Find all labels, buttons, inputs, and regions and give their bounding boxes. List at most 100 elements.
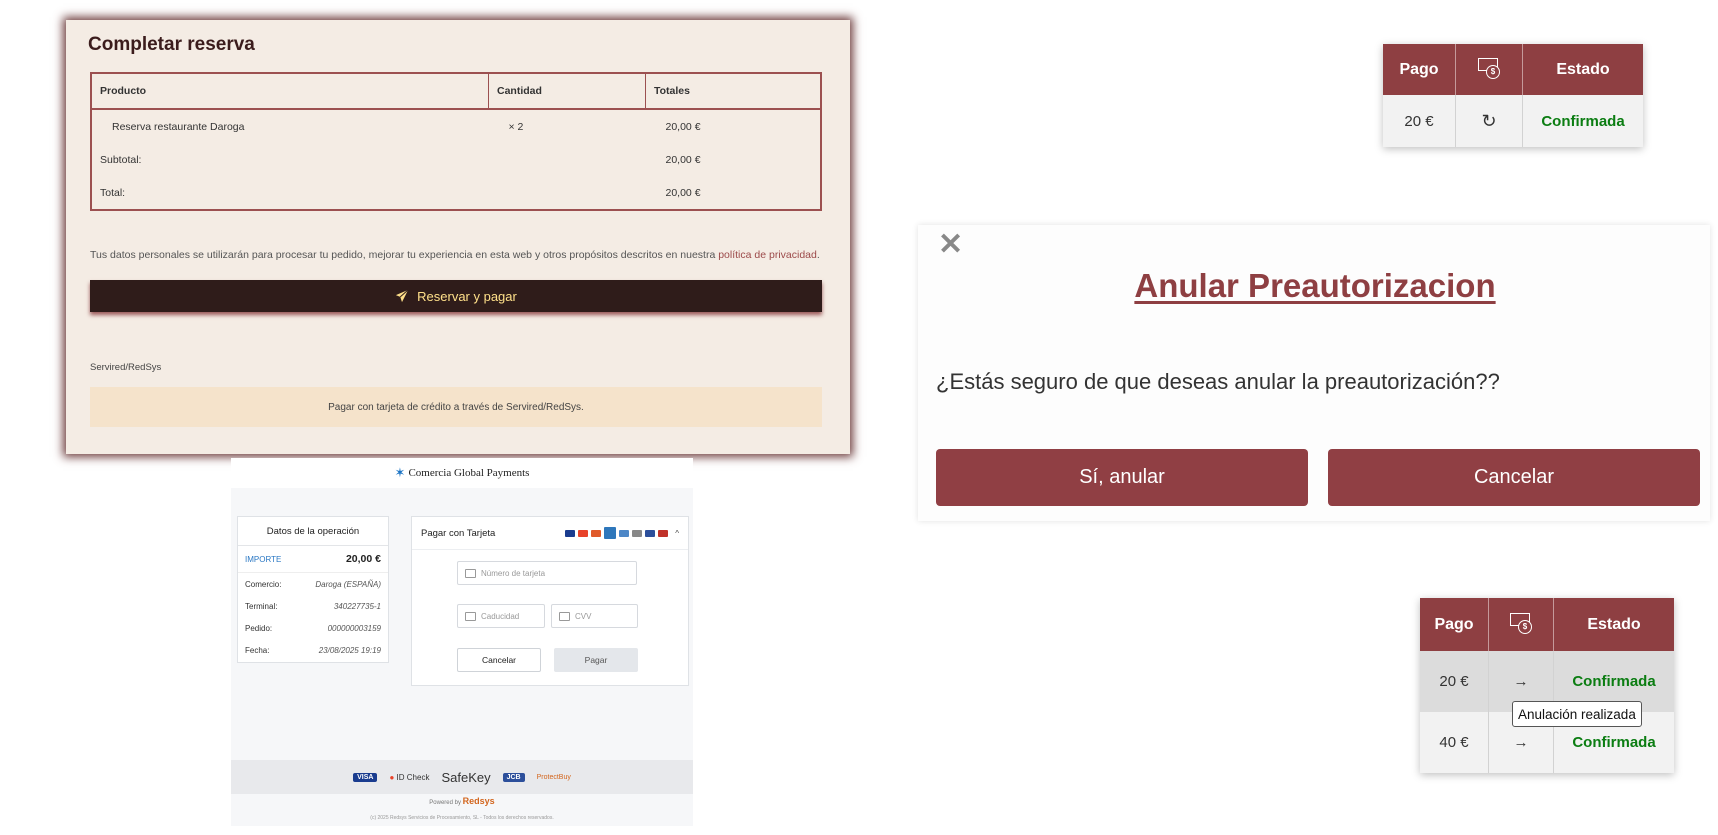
dialog-title: Anular Preautorizacion [1134, 267, 1496, 304]
subtotal-value: 20,00 € [665, 153, 701, 166]
expiry-placeholder: Caducidad [481, 611, 520, 621]
header-money-icon: $ [1455, 44, 1523, 95]
cancel-preauth-dialog: ✕ Anular Preautorizacion ¿Estás seguro d… [918, 225, 1710, 521]
brand-header: ✶ Comercia Global Payments [231, 458, 693, 488]
list-item: Fecha: 23/08/2025 19:19 [238, 639, 388, 661]
mastercard-icon [578, 529, 589, 537]
total-label: Total: [100, 186, 126, 199]
money-coin-icon: $ [1510, 611, 1532, 634]
maestro-icon [591, 529, 602, 537]
chevron-up-icon[interactable]: ^ [675, 529, 679, 538]
card-brand-logos: ^ [565, 527, 679, 539]
header-money-icon: $ [1488, 598, 1554, 651]
pago-value: 20 € [1383, 95, 1456, 147]
table-row: 20 € ↻ Confirmada [1383, 95, 1643, 147]
subtotal-label: Subtotal: [100, 153, 142, 166]
refresh-icon[interactable]: ↻ [1455, 95, 1523, 147]
header-totales: Totales [645, 73, 821, 110]
redsys-cancel-button[interactable]: Cancelar [457, 648, 541, 672]
cvv-card-icon [559, 611, 570, 621]
jcb-icon [645, 529, 656, 537]
dialog-cancel-button[interactable]: Cancelar [1328, 449, 1700, 506]
unionpay-icon [658, 529, 669, 537]
redsys-payment-page: ✶ Comercia Global Payments Datos de la o… [231, 458, 693, 826]
importe-value: 20,00 € [345, 553, 381, 565]
dialog-question: ¿Estás seguro de que deseas anular la pr… [936, 369, 1500, 394]
row-label: Fecha: [245, 645, 270, 655]
reserve-and-pay-label: Reservar y pagar [417, 288, 517, 304]
header-estado: Estado [1522, 44, 1643, 95]
list-item: Pedido: 000000003159 [238, 617, 388, 639]
discover-icon [632, 529, 643, 537]
card-number-field[interactable]: Número de tarjeta [457, 561, 637, 585]
close-icon[interactable]: ✕ [938, 227, 963, 262]
card-number-placeholder: Número de tarjeta [481, 568, 546, 578]
visa-icon [565, 529, 576, 537]
row-value: 23/08/2025 19:19 [318, 645, 381, 655]
item-total: 20,00 € [665, 120, 701, 133]
status-table-bottom: Pago $ Estado 20 € → Confirmada 40 € → C… [1420, 598, 1674, 773]
row-label: Pedido: [245, 623, 273, 633]
jcb-secure-logo: JCB [502, 772, 525, 782]
id-check-logo: ● ID Check [389, 772, 430, 782]
importe-row: IMPORTE 20,00 € [238, 546, 388, 573]
operation-data-title: Datos de la operación [238, 517, 388, 546]
header-estado: Estado [1553, 598, 1674, 651]
privacy-link[interactable]: política de privacidad [718, 249, 817, 261]
table-row: Reserva restaurante Daroga × 2 20,00 € [91, 109, 821, 143]
brand-name: Comercia Global Payments [408, 467, 530, 479]
status-table-header: Pago $ Estado [1420, 598, 1674, 651]
order-table: Producto Cantidad Totales Reserva restau… [90, 72, 822, 211]
diners-icon [619, 529, 630, 537]
privacy-text: Tus datos personales se utilizarán para … [90, 249, 719, 261]
redsys-pay-button[interactable]: Pagar [554, 648, 638, 672]
privacy-note: Tus datos personales se utilizarán para … [90, 249, 820, 261]
operation-data-card: Datos de la operación IMPORTE 20,00 € Co… [237, 516, 389, 663]
checkout-title: Completar reserva [88, 34, 255, 55]
powered-by: Powered by Redsys [429, 796, 495, 806]
mastercard-icon: ● [389, 772, 395, 782]
row-value: 000000003159 [327, 623, 381, 633]
pago-value: 40 € [1420, 712, 1489, 773]
copyright-text: (c) 2025 Redsys Servicios de Procesamien… [370, 815, 554, 821]
status-table-header: Pago $ Estado [1383, 44, 1643, 95]
gateway-description: Pagar con tarjeta de crédito a través de… [90, 387, 822, 427]
checkout-panel: Completar reserva Producto Cantidad Tota… [66, 20, 850, 454]
security-logos-strip: VISA ● ID Check SafeKey JCB ProtectBuy [231, 760, 693, 794]
expiry-field[interactable]: Caducidad [457, 604, 545, 628]
tooltip: Anulación realizada [1512, 701, 1642, 727]
order-table-header: Producto Cantidad Totales [91, 73, 821, 110]
header-producto: Producto [91, 73, 489, 110]
card-payment-card: Pagar con Tarjeta ^ Número de tarjeta Ca… [411, 516, 689, 686]
row-label: Comercio: [245, 579, 282, 589]
money-coin-icon: $ [1478, 56, 1500, 79]
status-badge: Confirmada [1522, 95, 1643, 147]
card-icon [465, 568, 476, 578]
header-pago: Pago [1383, 44, 1456, 95]
cvv-placeholder: CVV [575, 611, 592, 621]
subtotal-row: Subtotal: 20,00 € [91, 143, 821, 176]
card-payment-title: Pagar con Tarjeta [421, 527, 496, 539]
importe-label: IMPORTE [245, 554, 282, 564]
item-qty: × 2 [508, 120, 524, 133]
redsys-logo: Redsys [462, 796, 495, 806]
total-value: 20,00 € [665, 186, 701, 199]
confirm-cancel-button[interactable]: Sí, anular [936, 449, 1308, 506]
status-table-top: Pago $ Estado 20 € ↻ Confirmada [1383, 44, 1643, 147]
row-value: 340227735-1 [333, 601, 381, 611]
total-row: Total: 20,00 € [91, 176, 821, 210]
paper-plane-icon [396, 289, 409, 303]
list-item: Terminal: 340227735-1 [238, 595, 388, 617]
pago-value: 20 € [1420, 651, 1489, 712]
header-pago: Pago [1420, 598, 1489, 651]
gateway-title: Servired/RedSys [90, 362, 162, 373]
list-item: Comercio: Daroga (ESPAÑA) [238, 573, 388, 595]
comercia-star-icon: ✶ [394, 465, 406, 480]
cvv-field[interactable]: CVV [551, 604, 638, 628]
card-payment-header[interactable]: Pagar con Tarjeta ^ [412, 517, 688, 550]
calendar-icon [465, 611, 476, 621]
header-cantidad: Cantidad [488, 73, 646, 110]
reserve-and-pay-button[interactable]: Reservar y pagar [90, 280, 822, 312]
amex-icon [604, 527, 617, 539]
safekey-logo: SafeKey [441, 769, 491, 785]
